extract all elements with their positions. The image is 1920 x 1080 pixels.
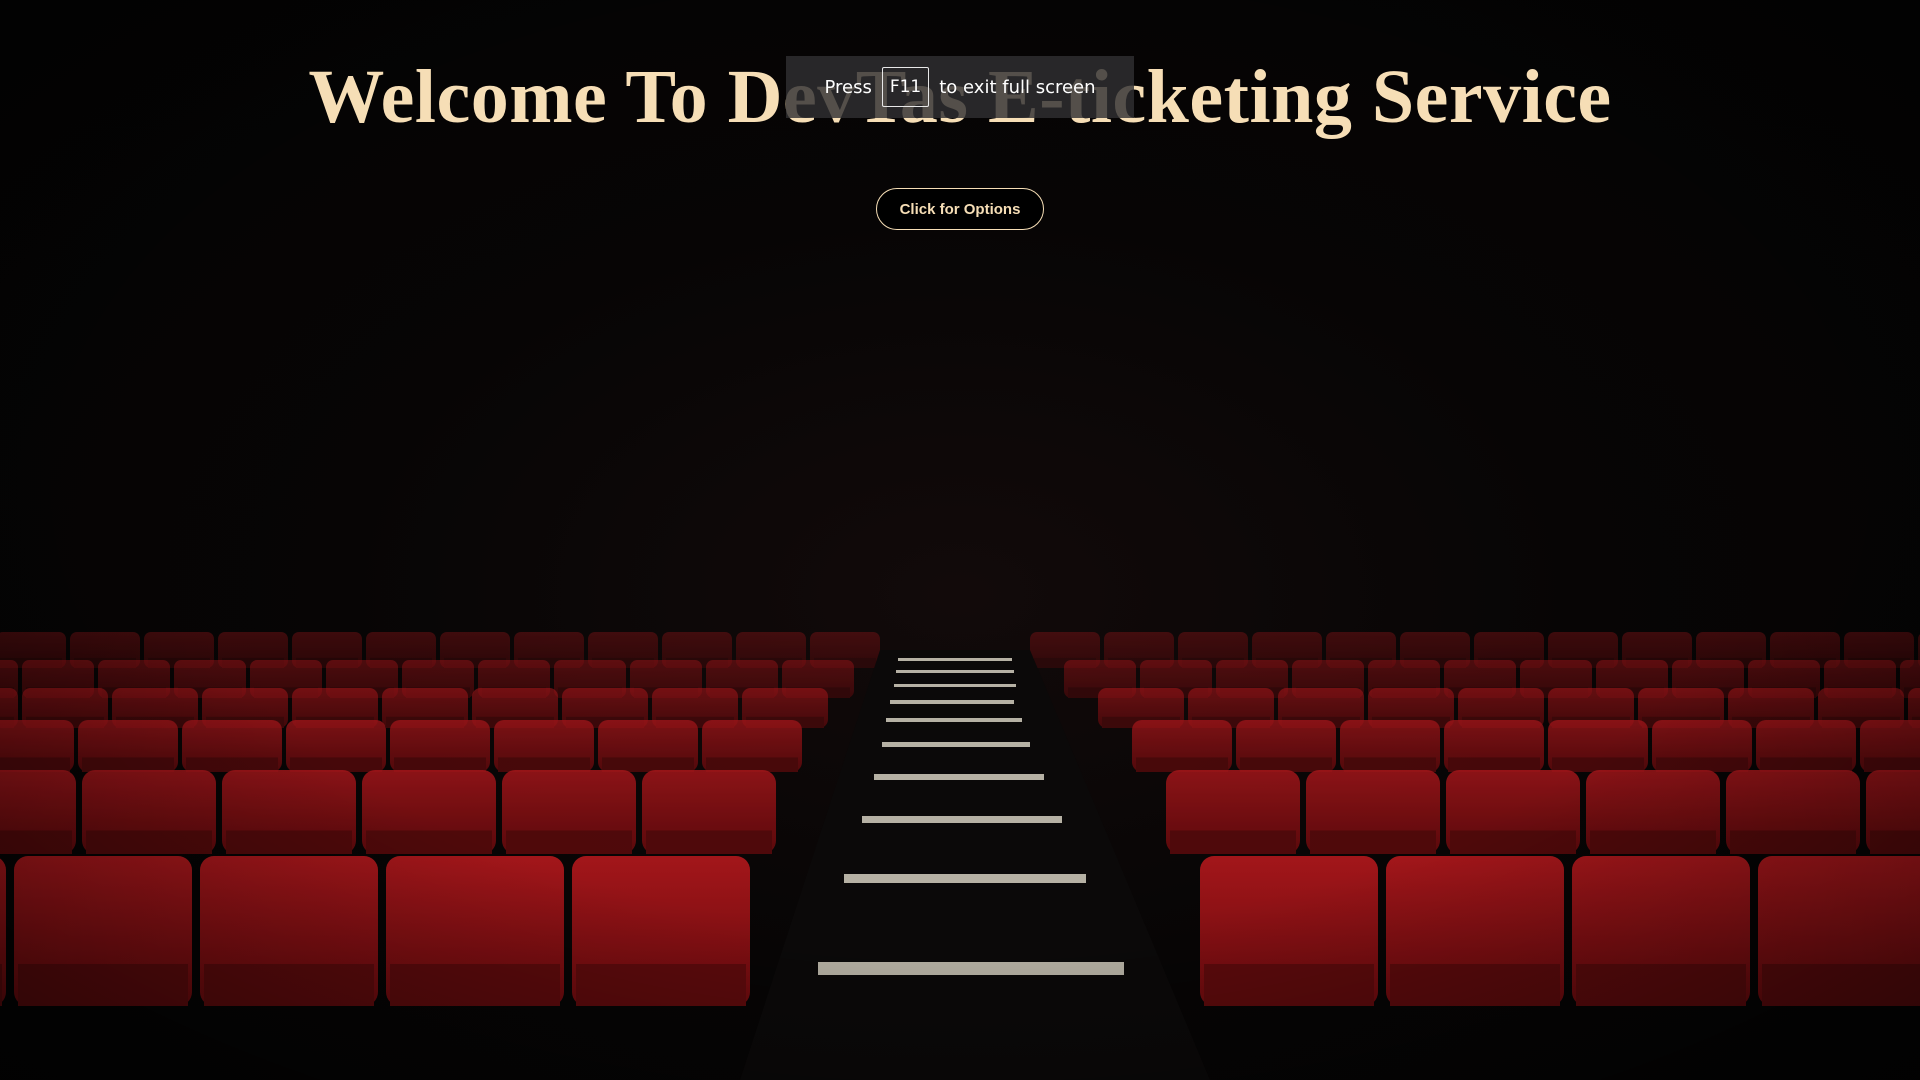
- fullscreen-notice: Press F11 to exit full screen: [786, 56, 1134, 118]
- f11-key-badge: F11: [881, 67, 930, 107]
- fullscreen-notice-press: Press: [824, 76, 872, 98]
- fullscreen-notice-message: to exit full screen: [939, 76, 1096, 98]
- cinema-seats-image: [0, 0, 1920, 1080]
- options-button[interactable]: Click for Options: [876, 188, 1044, 230]
- cinema-scene: [0, 0, 1920, 1080]
